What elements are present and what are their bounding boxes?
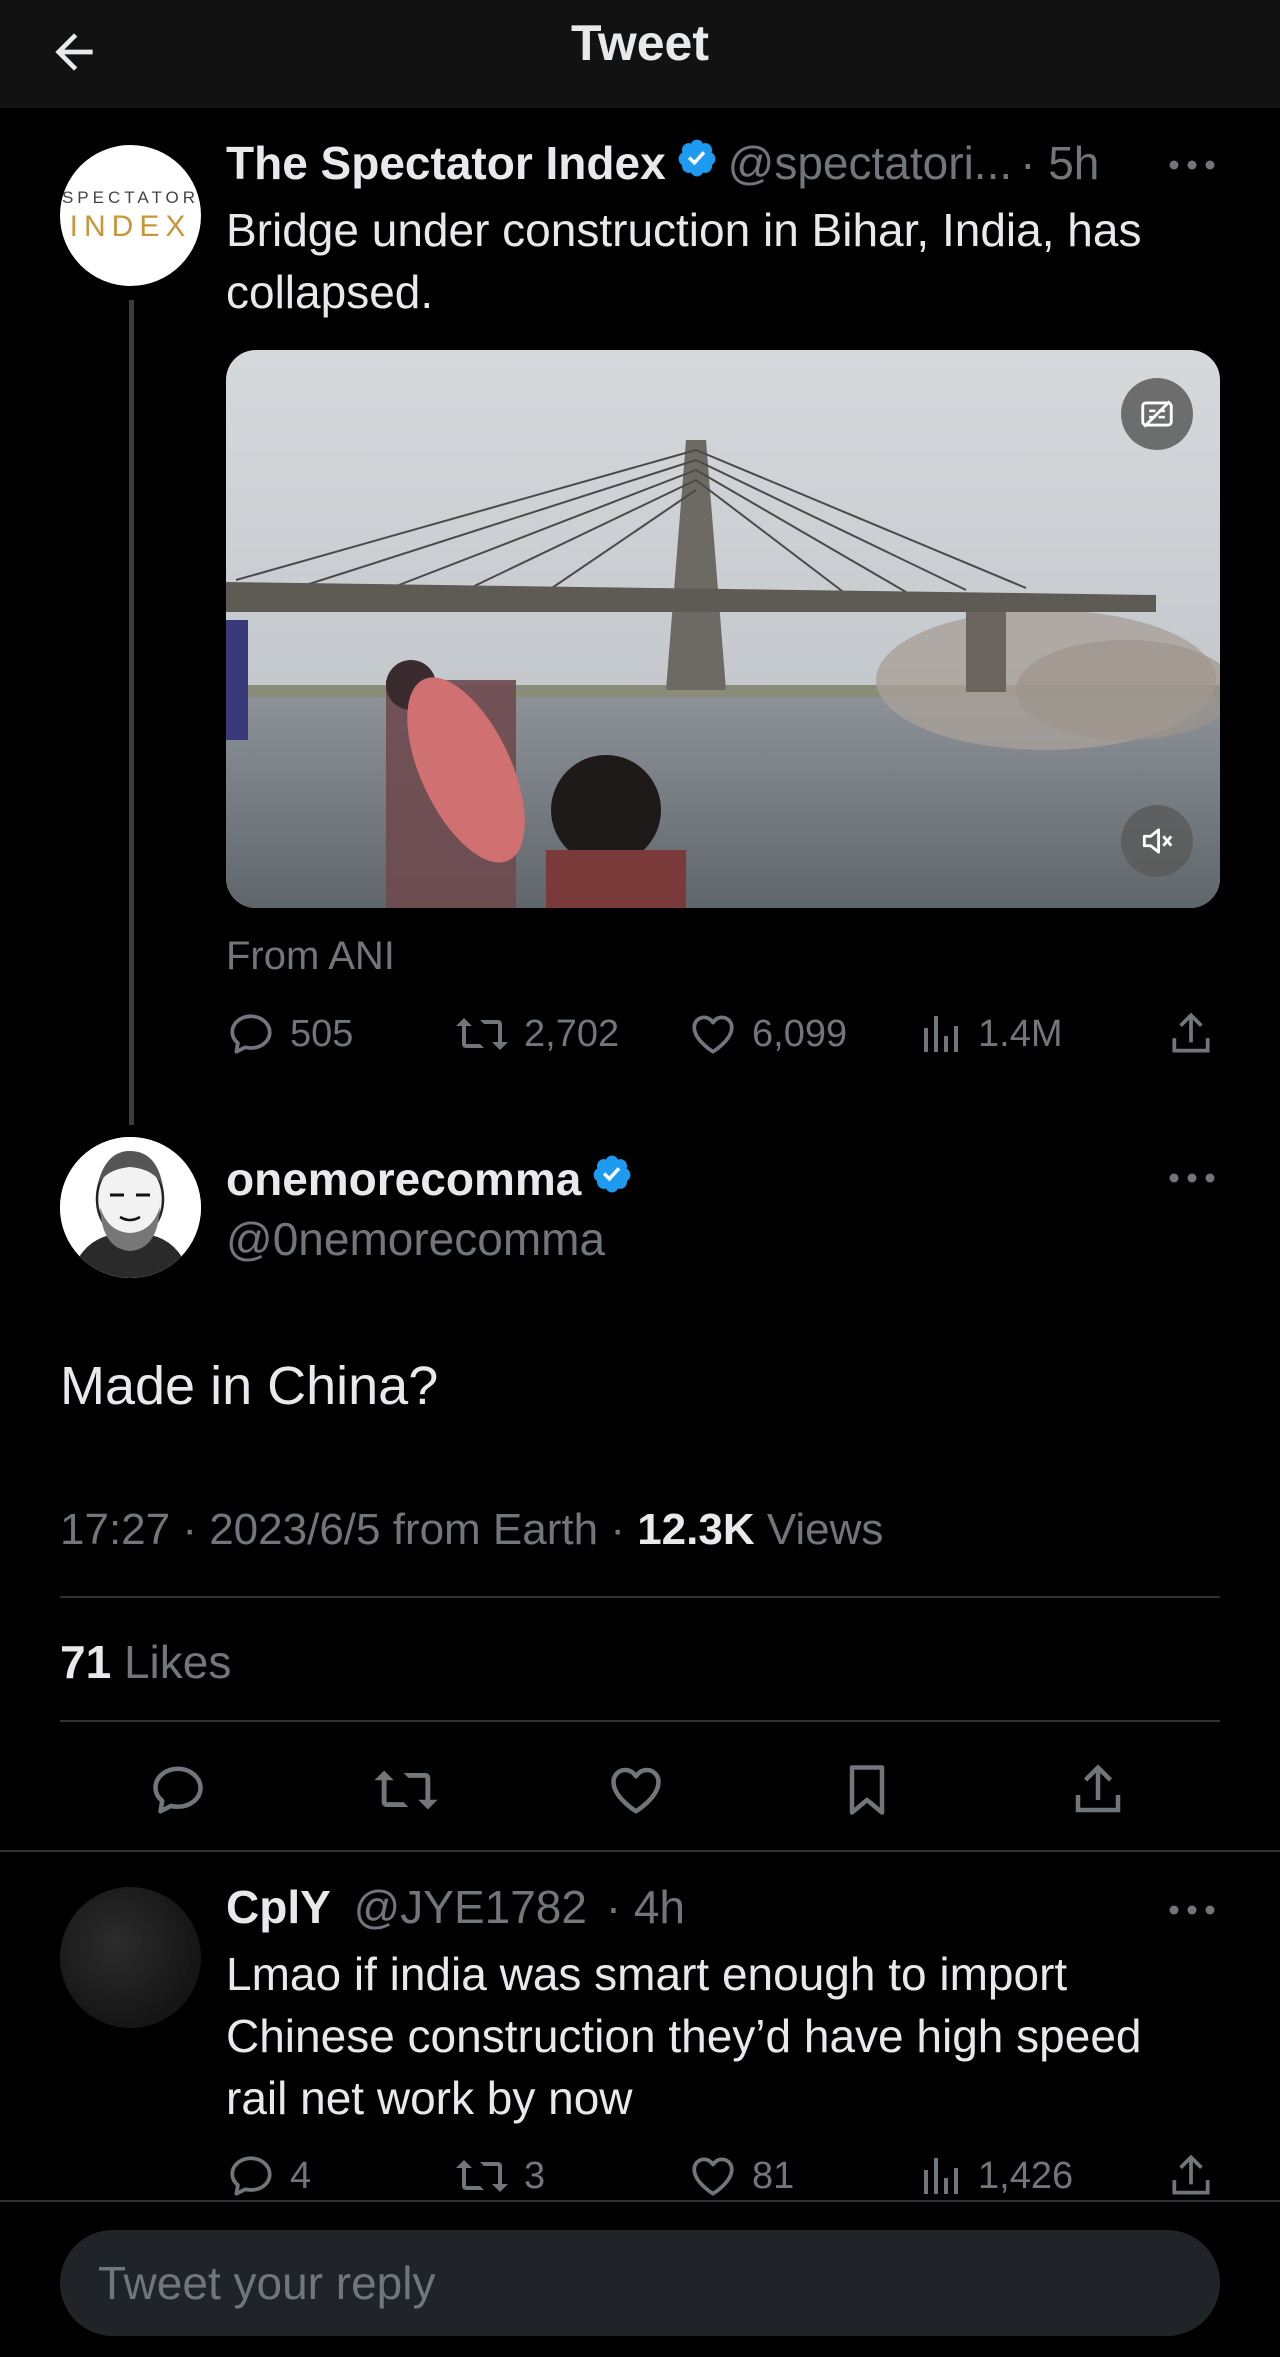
more-horizontal-icon <box>1169 160 1215 170</box>
captions-off-icon <box>1141 400 1173 428</box>
avatar[interactable] <box>60 1137 201 1278</box>
views-count[interactable]: 12.3K <box>637 1505 754 1554</box>
likes-summary[interactable]: 71 Likes <box>60 1635 231 1689</box>
bookmark-icon <box>849 1765 885 1815</box>
avatar-logo-line2: INDEX <box>69 209 192 243</box>
thread-connector <box>129 300 134 1125</box>
reply-icon <box>230 2156 272 2196</box>
tweet-timestamp: 17:27 · 2023/6/5 from Earth · <box>60 1505 638 1554</box>
share-button[interactable] <box>1058 1750 1138 1830</box>
tweet-action-bar: 505 2,702 6,099 1.4M <box>226 1004 1220 1064</box>
tweet-text-line: collapsed. <box>226 266 434 318</box>
views-count: 1,426 <box>978 2154 1074 2197</box>
share-button[interactable] <box>1166 2146 1216 2206</box>
bridge-collapse-video-frame <box>226 350 1220 908</box>
heart-icon <box>611 1767 661 1814</box>
more-horizontal-icon <box>1169 1173 1215 1183</box>
tweet-action-bar: 4 3 81 1,426 <box>226 2146 1220 2206</box>
captions-button[interactable] <box>1121 378 1193 450</box>
bearded-man-sketch-avatar <box>60 1137 201 1278</box>
retweet-icon <box>456 2160 508 2192</box>
like-button[interactable] <box>596 1750 676 1830</box>
tweet-video[interactable] <box>226 350 1220 908</box>
mute-button[interactable] <box>1121 805 1193 877</box>
reply-count: 505 <box>290 1012 354 1055</box>
retweet-count: 2,702 <box>524 1012 620 1055</box>
likes-count: 71 <box>60 1636 112 1688</box>
share-icon <box>1075 1764 1121 1813</box>
reply-button[interactable] <box>138 1750 218 1830</box>
page-title: Tweet <box>571 15 709 71</box>
views-chart-icon <box>924 2158 958 2194</box>
verified-badge-icon <box>591 1152 633 1206</box>
retweet-button[interactable]: 2,702 <box>454 1004 619 1064</box>
more-options-button[interactable] <box>1162 1158 1222 1198</box>
author-handle[interactable]: @0nemorecomma <box>226 1212 605 1266</box>
reply-input[interactable]: Tweet your reply <box>60 2230 1220 2336</box>
retweet-button[interactable] <box>366 1750 446 1830</box>
comment-header: CplY @JYE1782 · 4h <box>226 1880 685 1934</box>
retweet-count: 3 <box>524 2154 546 2197</box>
tweet-meta: 17:27 · 2023/6/5 from Earth · 12.3K View… <box>60 1505 883 1555</box>
heart-icon <box>692 2157 734 2196</box>
likes-label: Likes <box>111 1636 232 1688</box>
focused-tweet-action-bar <box>0 1750 1280 1830</box>
media-source-label: From ANI <box>226 934 395 978</box>
reply-composer-bar: Tweet your reply <box>0 2200 1280 2357</box>
author-name[interactable]: onemorecomma <box>226 1152 581 1206</box>
avatar-logo-line1: SPECTATOR <box>61 187 200 207</box>
avatar[interactable]: SPECTATOR INDEX <box>60 145 201 286</box>
views-button[interactable]: 1.4M <box>920 1004 1062 1064</box>
retweet-icon <box>456 1018 508 1050</box>
top-bar: Tweet <box>0 0 1280 108</box>
like-button[interactable]: 81 <box>688 2146 794 2206</box>
author-name[interactable]: The Spectator Index <box>226 136 666 190</box>
tweet-text-line: Bridge under construction in Bihar, Indi… <box>226 204 1142 256</box>
avatar[interactable] <box>60 1887 201 2028</box>
bookmark-button[interactable] <box>827 1750 907 1830</box>
like-count: 81 <box>752 2154 795 2197</box>
tweet-time: · 4h <box>605 1881 686 1933</box>
divider <box>0 1850 1280 1852</box>
share-button[interactable] <box>1166 1004 1216 1064</box>
views-button[interactable]: 1,426 <box>920 2146 1073 2206</box>
views-label: Views <box>754 1505 884 1554</box>
retweet-button[interactable]: 3 <box>454 2146 545 2206</box>
share-icon <box>1172 2154 1210 2195</box>
tweet-text: Made in China? <box>60 1356 439 1416</box>
reply-button[interactable]: 4 <box>226 2146 311 2206</box>
more-horizontal-icon <box>1169 1905 1215 1915</box>
views-count: 1.4M <box>978 1012 1063 1055</box>
divider <box>60 1720 1220 1722</box>
author-name[interactable]: CplY <box>226 1881 331 1933</box>
tweet-text-line: rail net work by now <box>226 2072 633 2124</box>
heart-icon <box>692 1015 734 1054</box>
author-name-row: onemorecomma <box>226 1152 643 1206</box>
tweet-time: · 5h <box>1020 137 1100 189</box>
tweet-text: Lmao if india was smart enough to import… <box>226 1943 1142 2129</box>
retweet-icon <box>374 1770 438 1810</box>
divider <box>60 1596 1220 1598</box>
more-options-button[interactable] <box>1162 145 1222 185</box>
reply-icon <box>230 1014 272 1054</box>
tweet-text-line: Chinese construction they’d have high sp… <box>226 2010 1142 2062</box>
views-chart-icon <box>924 1016 958 1052</box>
share-icon <box>1172 1012 1210 1053</box>
author-handle[interactable]: @JYE1782 <box>354 1881 587 1933</box>
like-count: 6,099 <box>752 1012 848 1055</box>
more-options-button[interactable] <box>1162 1890 1222 1930</box>
reply-count: 4 <box>290 2154 312 2197</box>
muted-speaker-icon <box>1142 828 1173 854</box>
author-handle[interactable]: @spectatori... <box>728 136 1012 190</box>
reply-icon <box>153 1766 203 1814</box>
verified-badge-icon <box>676 136 718 190</box>
tweet-header: The Spectator Index @spectatori... · 5h <box>226 136 1099 190</box>
tweet-text: Bridge under construction in Bihar, Indi… <box>226 199 1141 323</box>
tweet-text-line: Lmao if india was smart enough to import <box>226 1948 1068 2000</box>
like-button[interactable]: 6,099 <box>688 1004 847 1064</box>
reply-button[interactable]: 505 <box>226 1004 353 1064</box>
